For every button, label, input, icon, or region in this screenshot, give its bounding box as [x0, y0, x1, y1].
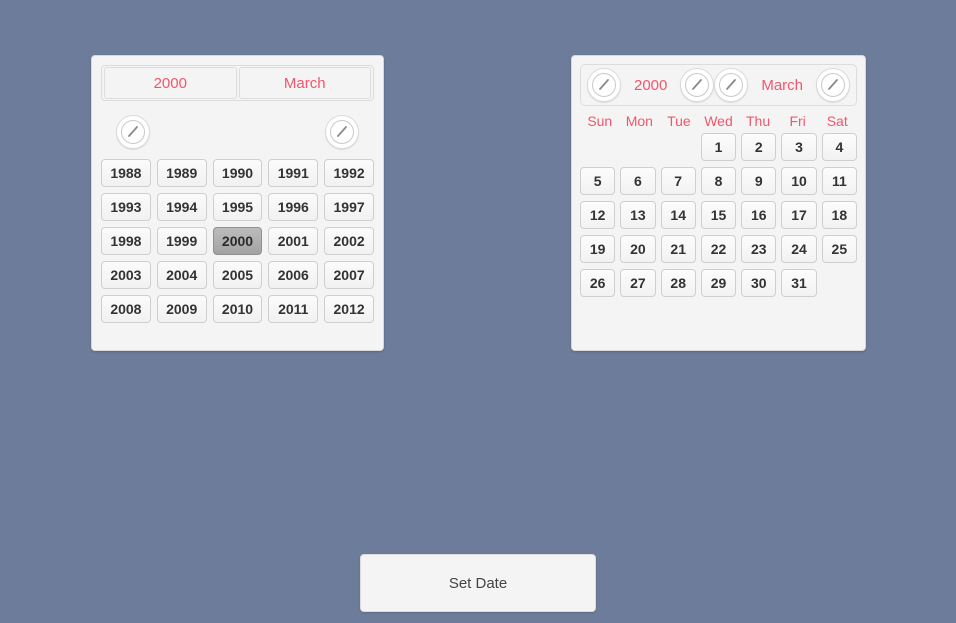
- day-cell[interactable]: 18: [821, 201, 857, 229]
- year-cell[interactable]: 1995: [212, 193, 263, 221]
- calendar-year-label: 2000: [633, 76, 668, 94]
- year-cell[interactable]: 2005: [212, 261, 263, 289]
- year-cell[interactable]: 1997: [324, 193, 374, 221]
- day-cell[interactable]: 1: [700, 133, 737, 161]
- day-cell[interactable]: 10: [781, 167, 817, 195]
- day-cell[interactable]: 17: [781, 201, 817, 229]
- day-cell[interactable]: 8: [700, 167, 737, 195]
- prev-month-button[interactable]: [714, 68, 749, 102]
- day-cell[interactable]: 14: [660, 201, 696, 229]
- day-cell[interactable]: 31: [781, 269, 817, 297]
- year-cell[interactable]: 1990: [212, 159, 263, 187]
- weekday-label-mon: Mon: [625, 113, 653, 129]
- year-cell[interactable]: 2008: [101, 295, 151, 323]
- year-cell[interactable]: 1992: [324, 159, 374, 187]
- next-month-button[interactable]: [816, 68, 850, 102]
- day-cell[interactable]: 15: [700, 201, 737, 229]
- circle-prev-arrow-icon: [120, 119, 146, 145]
- year-cell[interactable]: 2004: [156, 261, 207, 289]
- year-cell[interactable]: 1989: [156, 159, 207, 187]
- day-grid: 1 2 3 4 5 6 7 8 9 10 11 12 13 14 15 16 17 18 19 20 21 22 23 24 2…: [580, 133, 857, 297]
- year-cell[interactable]: 1994: [156, 193, 207, 221]
- year-cell[interactable]: 2007: [324, 261, 374, 289]
- day-cell[interactable]: 19: [580, 235, 616, 263]
- day-cell[interactable]: 25: [821, 235, 857, 263]
- year-cell[interactable]: 1993: [101, 193, 151, 221]
- weekday-label-tue: Tue: [667, 113, 691, 129]
- day-cell[interactable]: 13: [620, 201, 656, 229]
- year-cell[interactable]: 2006: [268, 261, 319, 289]
- year-cell[interactable]: 1991: [268, 159, 319, 187]
- calendar-panel: 2000 March Sun Mon Tue Wed Thu Fri Sat 1…: [571, 55, 866, 351]
- day-cell[interactable]: 16: [741, 201, 777, 229]
- circle-prev-arrow-icon: [591, 72, 617, 98]
- day-cell[interactable]: 5: [580, 167, 616, 195]
- prev-year-button[interactable]: [587, 68, 621, 102]
- day-cell[interactable]: 12: [580, 201, 616, 229]
- circle-next-arrow-icon: [820, 72, 846, 98]
- year-picker-panel: 2000 March 1988 1989 1990 1991 1992 1993 1994 1…: [91, 55, 384, 351]
- year-nav-strip: [101, 109, 374, 157]
- day-cell[interactable]: 20: [620, 235, 656, 263]
- tab-year[interactable]: 2000: [104, 67, 237, 99]
- day-cell[interactable]: 29: [700, 269, 737, 297]
- circle-next-arrow-icon: [684, 72, 710, 98]
- day-cell[interactable]: 22: [700, 235, 737, 263]
- day-cell[interactable]: 2: [741, 133, 777, 161]
- day-cell[interactable]: 26: [580, 269, 616, 297]
- weekday-label-wed: Wed: [704, 113, 733, 129]
- year-cell[interactable]: 2003: [101, 261, 151, 289]
- weekday-label-thu: Thu: [746, 113, 771, 129]
- day-cell[interactable]: 21: [660, 235, 696, 263]
- year-cell[interactable]: 2012: [324, 295, 374, 323]
- weekday-label-sat: Sat: [826, 113, 848, 129]
- year-cell[interactable]: 2001: [268, 227, 319, 255]
- year-cell[interactable]: 1988: [101, 159, 151, 187]
- year-grid: 1988 1989 1990 1991 1992 1993 1994 1995 1996 1997…: [101, 159, 374, 323]
- day-cell[interactable]: 3: [781, 133, 817, 161]
- next-years-button[interactable]: [325, 115, 359, 149]
- day-cell[interactable]: 27: [620, 269, 656, 297]
- day-cell[interactable]: 23: [741, 235, 777, 263]
- circle-next-arrow-icon: [329, 119, 355, 145]
- day-cell[interactable]: 11: [821, 167, 857, 195]
- year-cell[interactable]: 2010: [212, 295, 263, 323]
- calendar-month-label: March: [761, 76, 804, 94]
- day-cell[interactable]: 4: [821, 133, 857, 161]
- day-cell[interactable]: 9: [741, 167, 777, 195]
- weekday-header-row: Sun Mon Tue Wed Thu Fri Sat: [580, 113, 857, 129]
- next-year-button[interactable]: [680, 68, 715, 102]
- prev-years-button[interactable]: [116, 115, 150, 149]
- year-cell[interactable]: 2011: [268, 295, 319, 323]
- year-cell[interactable]: 2009: [156, 295, 207, 323]
- year-cell[interactable]: 1998: [101, 227, 151, 255]
- weekday-label-fri: Fri: [789, 113, 806, 129]
- day-cell[interactable]: 24: [781, 235, 817, 263]
- day-cell[interactable]: 7: [660, 167, 696, 195]
- day-cell[interactable]: 30: [741, 269, 777, 297]
- day-cell[interactable]: 6: [620, 167, 656, 195]
- year-cell[interactable]: 2000: [212, 227, 263, 255]
- calendar-header: 2000 March: [580, 64, 857, 106]
- day-cell[interactable]: 28: [660, 269, 696, 297]
- year-panel-tab-row: 2000 March: [101, 65, 374, 101]
- year-cell[interactable]: 1999: [156, 227, 207, 255]
- year-cell[interactable]: 1996: [268, 193, 319, 221]
- year-cell[interactable]: 2002: [324, 227, 374, 255]
- tab-month[interactable]: March: [238, 67, 371, 99]
- weekday-label-sun: Sun: [587, 113, 613, 129]
- set-date-button[interactable]: Set Date: [360, 554, 596, 612]
- circle-prev-arrow-icon: [718, 72, 744, 98]
